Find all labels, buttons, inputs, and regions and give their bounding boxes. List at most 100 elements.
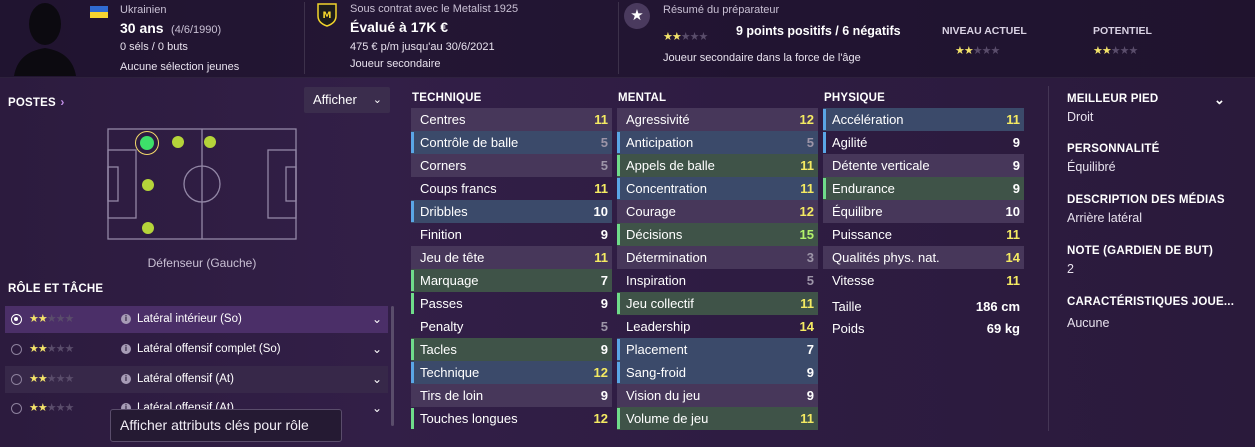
attribute-value: 9 (600, 342, 608, 357)
attribute-row[interactable]: Puissance 11 (823, 223, 1024, 246)
attribute-row[interactable]: Accélération 11 (823, 108, 1024, 131)
age: 30 ans (120, 20, 164, 36)
avatar (14, 0, 76, 76)
height-label: Taille (832, 299, 862, 314)
attribute-value: 11 (800, 181, 814, 196)
attribute-row[interactable]: Jeu collectif 11 (617, 292, 818, 315)
star-icon: ★ (46, 343, 57, 355)
attribute-row[interactable]: Tacles 9 (411, 338, 612, 361)
positions-header[interactable]: POSTES › (8, 93, 64, 111)
attribute-name: Détermination (626, 250, 707, 265)
gk-rating: 2 (1067, 262, 1074, 276)
attribute-row[interactable]: Vision du jeu 9 (617, 384, 818, 407)
star-icon: ★ (37, 313, 48, 325)
radio-button[interactable] (11, 344, 22, 355)
star-icon: ★ (37, 343, 48, 355)
attribute-row[interactable]: Centres 11 (411, 108, 612, 131)
chevron-down-icon[interactable]: ⌄ (372, 336, 382, 363)
star-icon: ★ (963, 45, 974, 57)
personality: Équilibré (1067, 160, 1116, 174)
attribute-row[interactable]: Technique 12 (411, 361, 612, 384)
role-item[interactable]: ★★★★★ i Latéral offensif complet (So) ⌄ (5, 336, 388, 363)
attribute-row[interactable]: Volume de jeu 11 (617, 407, 818, 430)
chevron-down-icon[interactable]: ⌄ (372, 306, 382, 333)
attribute-row[interactable]: Endurance 9 (823, 177, 1024, 200)
attribute-name: Puissance (832, 227, 892, 242)
attribute-row[interactable]: Concentration 11 (617, 177, 818, 200)
technique-title: TECHNIQUE (412, 92, 482, 104)
role-stars: ★★★★★ (29, 395, 75, 422)
attribute-name: Accélération (832, 112, 904, 127)
position-dot (142, 179, 154, 191)
traits: Aucune (1067, 316, 1110, 330)
attribute-row[interactable]: Coups francs 11 (411, 177, 612, 200)
attribute-row[interactable]: Passes 9 (411, 292, 612, 315)
scout-note: Joueur secondaire dans la force de l'âge (663, 52, 861, 64)
attribute-row[interactable]: Dribbles 10 (411, 200, 612, 223)
star-icon: ★ (64, 313, 75, 325)
attribute-row[interactable]: Qualités phys. nat. 14 (823, 246, 1024, 269)
attribute-name: Agilité (832, 135, 868, 150)
svg-text:M: M (323, 11, 332, 21)
role-item[interactable]: ★★★★★ i Latéral intérieur (So) ⌄ (5, 306, 388, 333)
attribute-name: Courage (626, 204, 676, 219)
attribute-row[interactable]: Courage 12 (617, 200, 818, 223)
attribute-row[interactable]: Leadership 14 (617, 315, 818, 338)
attribute-row[interactable]: Placement 7 (617, 338, 818, 361)
attribute-name: Tirs de loin (420, 388, 484, 403)
info-icon[interactable]: i (121, 374, 131, 384)
attribute-value: 12 (593, 365, 608, 380)
details-collapse-chevron-icon[interactable]: ⌄ (1214, 92, 1225, 108)
attribute-row[interactable]: Détermination 3 (617, 246, 818, 269)
attribute-name: Anticipation (626, 135, 694, 150)
attribute-row[interactable]: Agressivité 12 (617, 108, 818, 131)
attribute-row[interactable]: Touches longues 12 (411, 407, 612, 430)
attribute-row[interactable]: Agilité 9 (823, 131, 1024, 154)
star-icon: ★ (955, 45, 965, 57)
star-icon: ★ (55, 402, 66, 414)
attribute-row[interactable]: Jeu de tête 11 (411, 246, 612, 269)
attribute-name: Décisions (626, 227, 683, 242)
attribute-row[interactable]: Équilibre 10 (823, 200, 1024, 223)
attribute-value: 10 (593, 204, 608, 219)
attribute-row[interactable]: Finition 9 (411, 223, 612, 246)
radio-button[interactable] (11, 314, 22, 325)
attribute-row[interactable]: Vitesse 11 (823, 269, 1024, 292)
role-item[interactable]: ★★★★★ i Latéral offensif (At) ⌄ (5, 366, 388, 393)
radio-button[interactable] (11, 374, 22, 385)
star-icon: ★ (680, 31, 691, 43)
attribute-name: Inspiration (626, 273, 686, 288)
wage: 475 € p/m jusqu'au 30/6/2021 (350, 41, 495, 53)
scout-summary: 9 points positifs / 6 négatifs (736, 24, 901, 38)
attribute-row[interactable]: Appels de balle 11 (617, 154, 818, 177)
attribute-row[interactable]: Sang-froid 9 (617, 361, 818, 384)
attribute-value: 9 (1012, 181, 1020, 196)
star-icon: ★ (46, 373, 57, 385)
attribute-row[interactable]: Inspiration 5 (617, 269, 818, 292)
radio-button[interactable] (11, 403, 22, 414)
attribute-row[interactable]: Détente verticale 9 (823, 154, 1024, 177)
potential-ability-label: POTENTIEL (1093, 25, 1152, 37)
attribute-row[interactable]: Décisions 15 (617, 223, 818, 246)
attribute-value: 9 (806, 365, 814, 380)
info-icon[interactable]: i (121, 314, 131, 324)
technique-table: Centres 11 Contrôle de balle 5 Corners 5 Coups… (411, 108, 612, 430)
squad-status: Joueur secondaire (350, 58, 441, 70)
attribute-row[interactable]: Contrôle de balle 5 (411, 131, 612, 154)
info-icon[interactable]: i (121, 344, 131, 354)
show-dropdown-button[interactable]: Afficher ⌄ (304, 87, 390, 113)
attribute-row[interactable]: Corners 5 (411, 154, 612, 177)
position-dot-natural-inner (140, 136, 154, 150)
attribute-row[interactable]: Tirs de loin 9 (411, 384, 612, 407)
gk-rating-label: NOTE (GARDIEN DE BUT) (1067, 245, 1214, 257)
roles-scrollbar[interactable] (391, 306, 394, 426)
chevron-down-icon[interactable]: ⌄ (372, 366, 382, 393)
attribute-row[interactable]: Penalty 5 (411, 315, 612, 338)
star-icon: ★ (64, 402, 75, 414)
star-icon: ★ (671, 31, 682, 43)
attribute-name: Vitesse (832, 273, 875, 288)
attribute-row[interactable]: Anticipation 5 (617, 131, 818, 154)
attribute-row[interactable]: Marquage 7 (411, 269, 612, 292)
age-line: 30 ans (4/6/1990) (120, 20, 221, 38)
chevron-down-icon[interactable]: ⌄ (372, 395, 382, 422)
